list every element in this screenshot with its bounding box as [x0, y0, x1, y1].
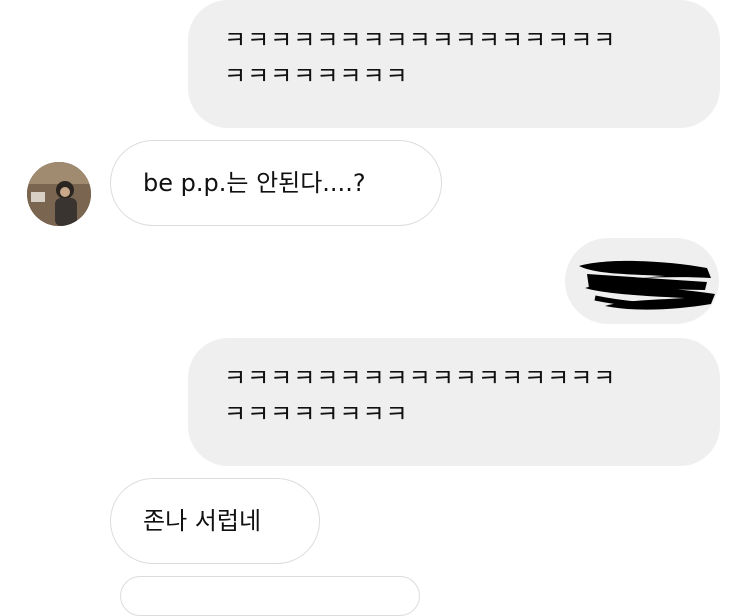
- avatar[interactable]: [27, 162, 91, 226]
- sent-message-bubble[interactable]: ㅋㅋㅋㅋㅋㅋㅋㅋㅋㅋㅋㅋㅋㅋㅋㅋㅋ ㅋㅋㅋㅋㅋㅋㅋㅋ: [188, 338, 720, 466]
- redacted-scribble-icon: [579, 260, 715, 310]
- message-text: ㅋㅋㅋㅋㅋㅋㅋㅋㅋㅋㅋㅋㅋㅋㅋㅋㅋ ㅋㅋㅋㅋㅋㅋㅋㅋ: [224, 26, 617, 90]
- sent-message-bubble[interactable]: ㅋㅋㅋㅋㅋㅋㅋㅋㅋㅋㅋㅋㅋㅋㅋㅋㅋ ㅋㅋㅋㅋㅋㅋㅋㅋ: [188, 0, 720, 128]
- message-text: 존나 서럽네: [143, 507, 262, 535]
- received-message-bubble[interactable]: 존나 서럽네: [110, 478, 320, 564]
- received-message-bubble[interactable]: [120, 576, 420, 616]
- received-message-bubble[interactable]: be p.p.는 안된다....?: [110, 140, 442, 226]
- sent-image-message[interactable]: [565, 238, 719, 324]
- message-text: ㅋㅋㅋㅋㅋㅋㅋㅋㅋㅋㅋㅋㅋㅋㅋㅋㅋ ㅋㅋㅋㅋㅋㅋㅋㅋ: [224, 364, 617, 428]
- message-text: be p.p.는 안된다....?: [143, 169, 366, 197]
